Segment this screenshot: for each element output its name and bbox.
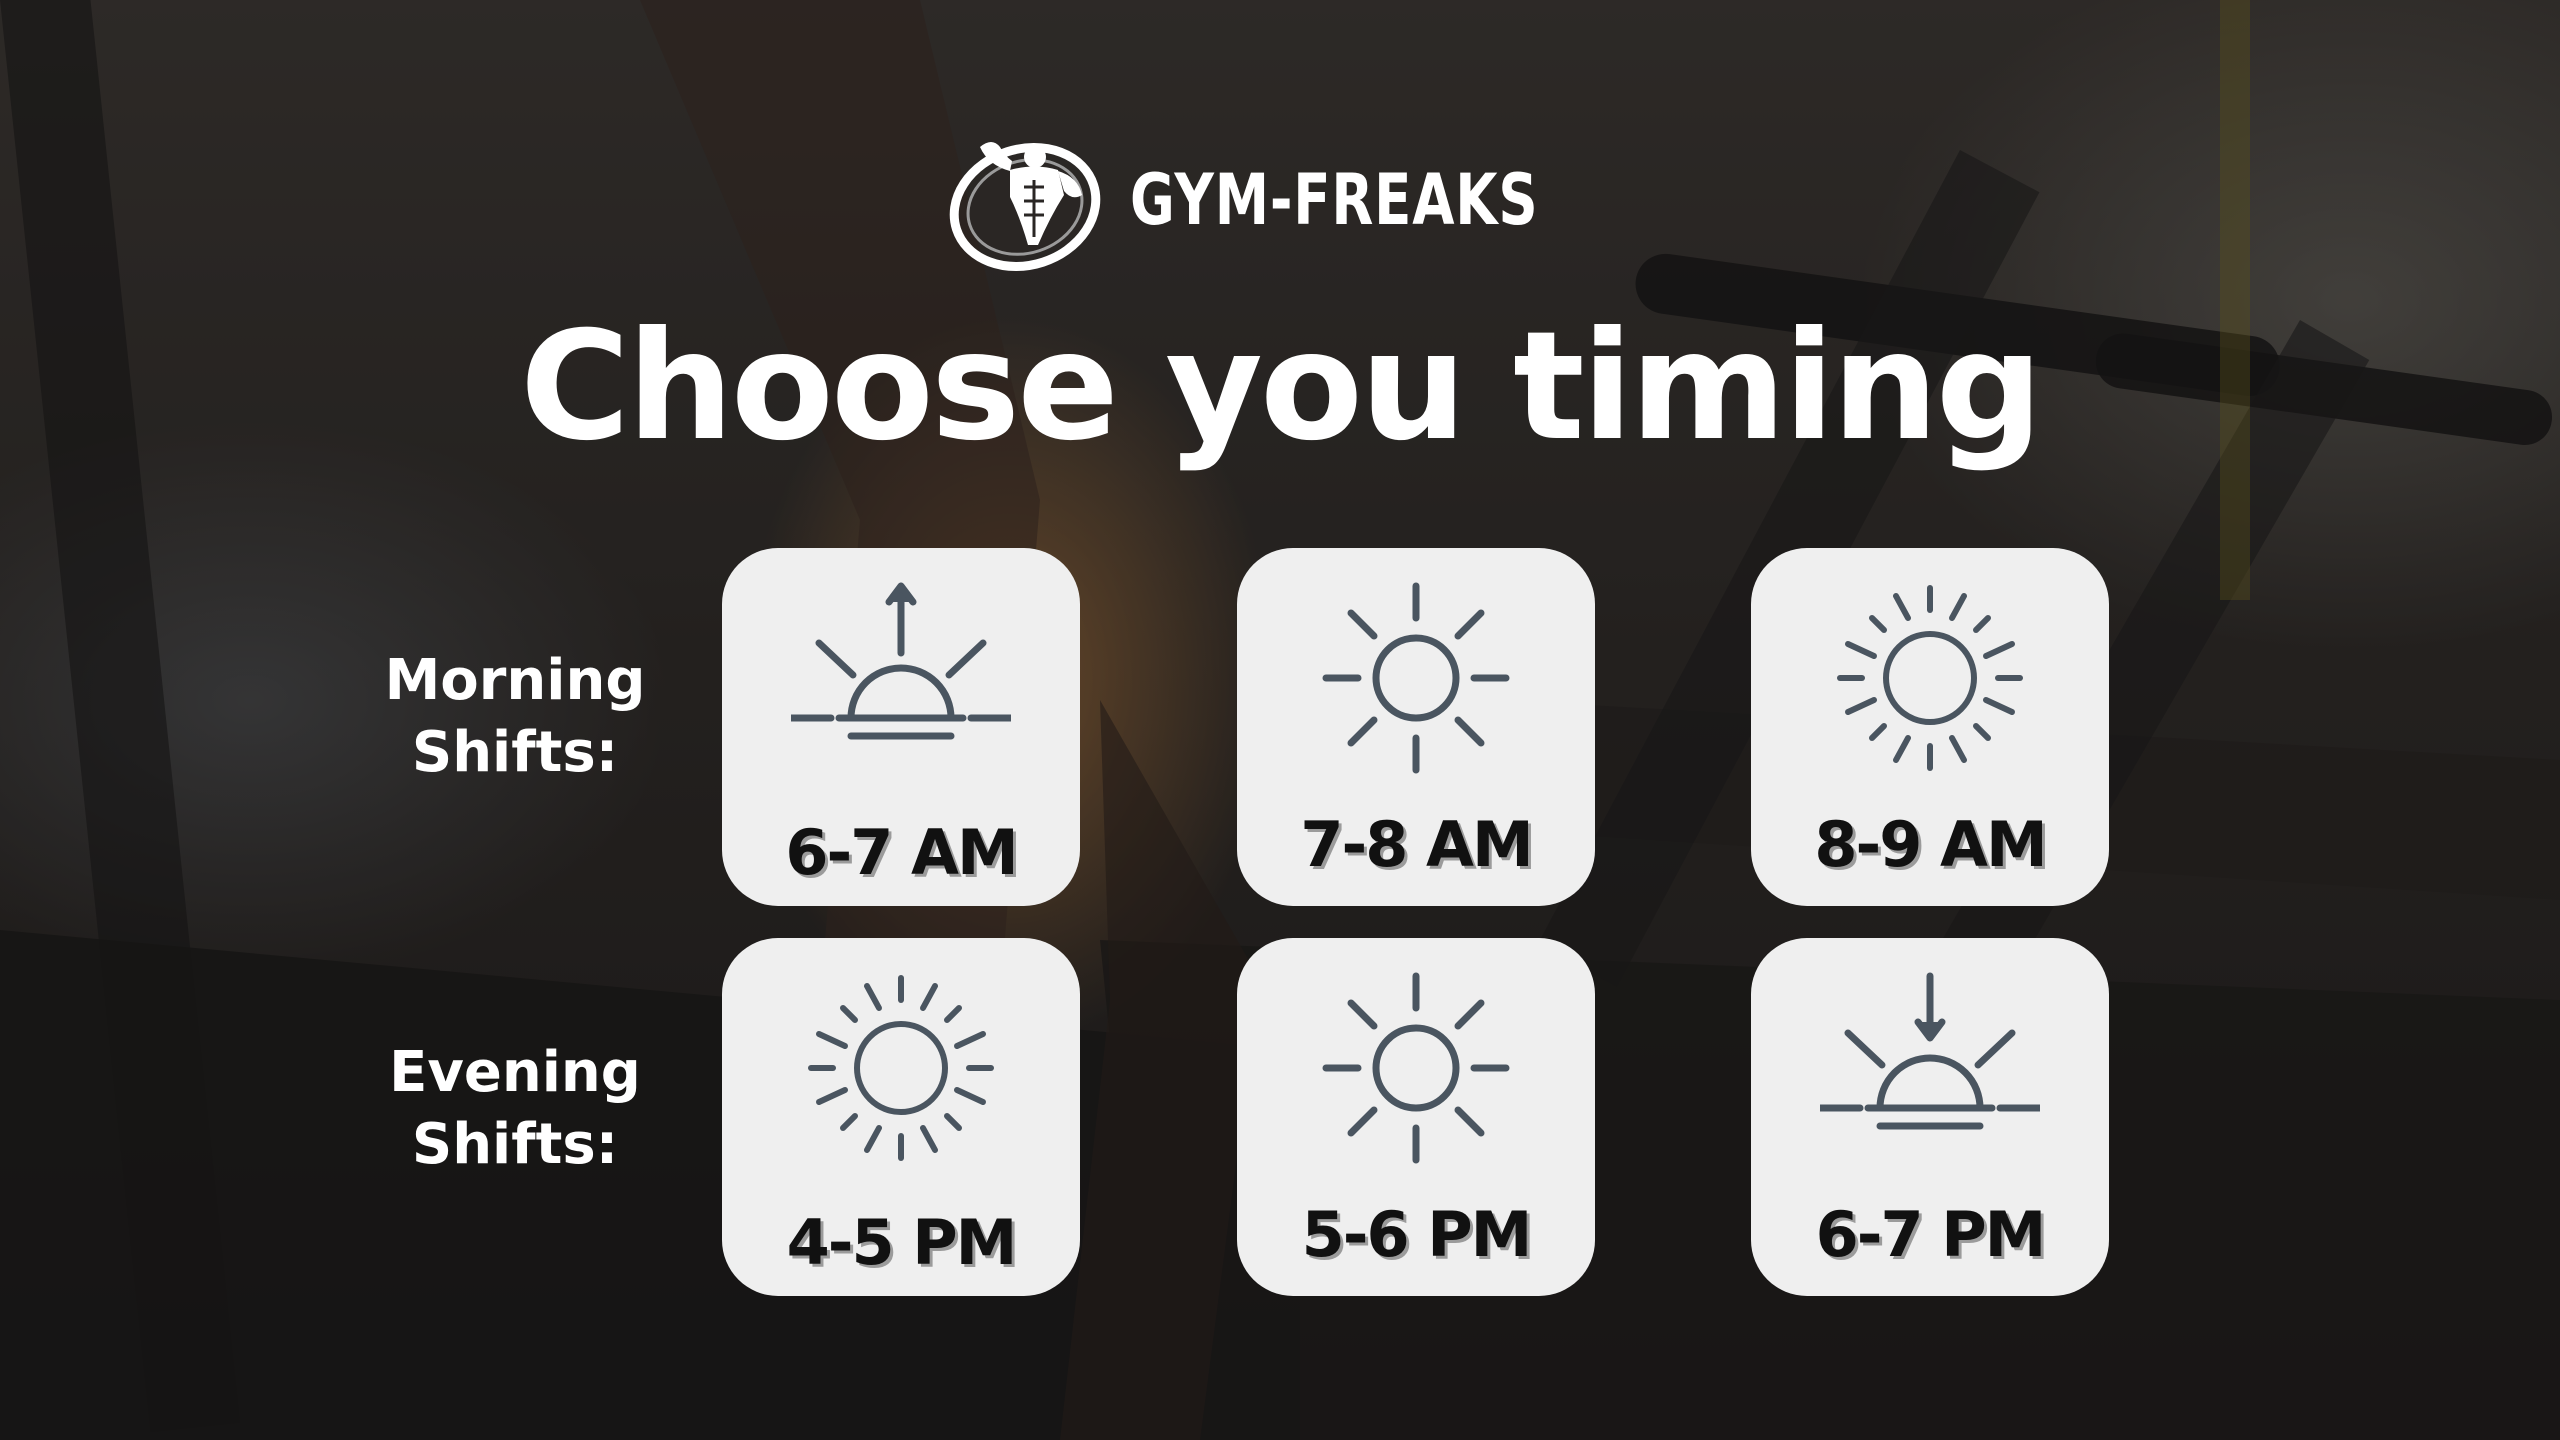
evening-label-line2: Shifts: (411, 1112, 619, 1177)
slot-evening-4-5pm[interactable]: 4-5 PM (722, 938, 1080, 1296)
slot-morning-7-8am[interactable]: 7-8 AM (1237, 548, 1595, 906)
slot-time: 4-5 PM (786, 1206, 1018, 1279)
morning-label-line2: Shifts: (411, 720, 619, 785)
bright-sun-icon (1837, 585, 2023, 771)
morning-label-line1: Morning (384, 648, 646, 713)
slot-time: 8-9 AM (1814, 808, 2047, 881)
bright-sun-icon (808, 975, 994, 1161)
sun-icon (1322, 972, 1510, 1164)
bodybuilder-emblem-icon (949, 142, 1101, 271)
sunset-icon (1820, 972, 2040, 1130)
evening-label-line1: Evening (389, 1040, 641, 1105)
slot-evening-5-6pm[interactable]: 5-6 PM (1237, 938, 1595, 1296)
slot-time: 6-7 PM (1815, 1198, 2047, 1271)
sunrise-icon (791, 582, 1011, 740)
brand-name: GYM-FREAKS (1130, 159, 1539, 241)
morning-shifts-label: Morning Shifts: (375, 645, 655, 789)
slot-time: 5-6 PM (1301, 1198, 1533, 1271)
slot-morning-6-7am[interactable]: 6-7 AM (722, 548, 1080, 906)
brand-logo: GYM-FREAKS (940, 125, 1654, 275)
slot-evening-6-7pm[interactable]: 6-7 PM (1751, 938, 2109, 1296)
evening-shifts-label: Evening Shifts: (375, 1037, 655, 1181)
slot-morning-8-9am[interactable]: 8-9 AM (1751, 548, 2109, 906)
page-title: Choose you timing (519, 300, 2043, 474)
slot-time: 7-8 AM (1300, 808, 1533, 881)
slot-time: 6-7 AM (785, 816, 1018, 889)
sun-icon (1322, 582, 1510, 774)
